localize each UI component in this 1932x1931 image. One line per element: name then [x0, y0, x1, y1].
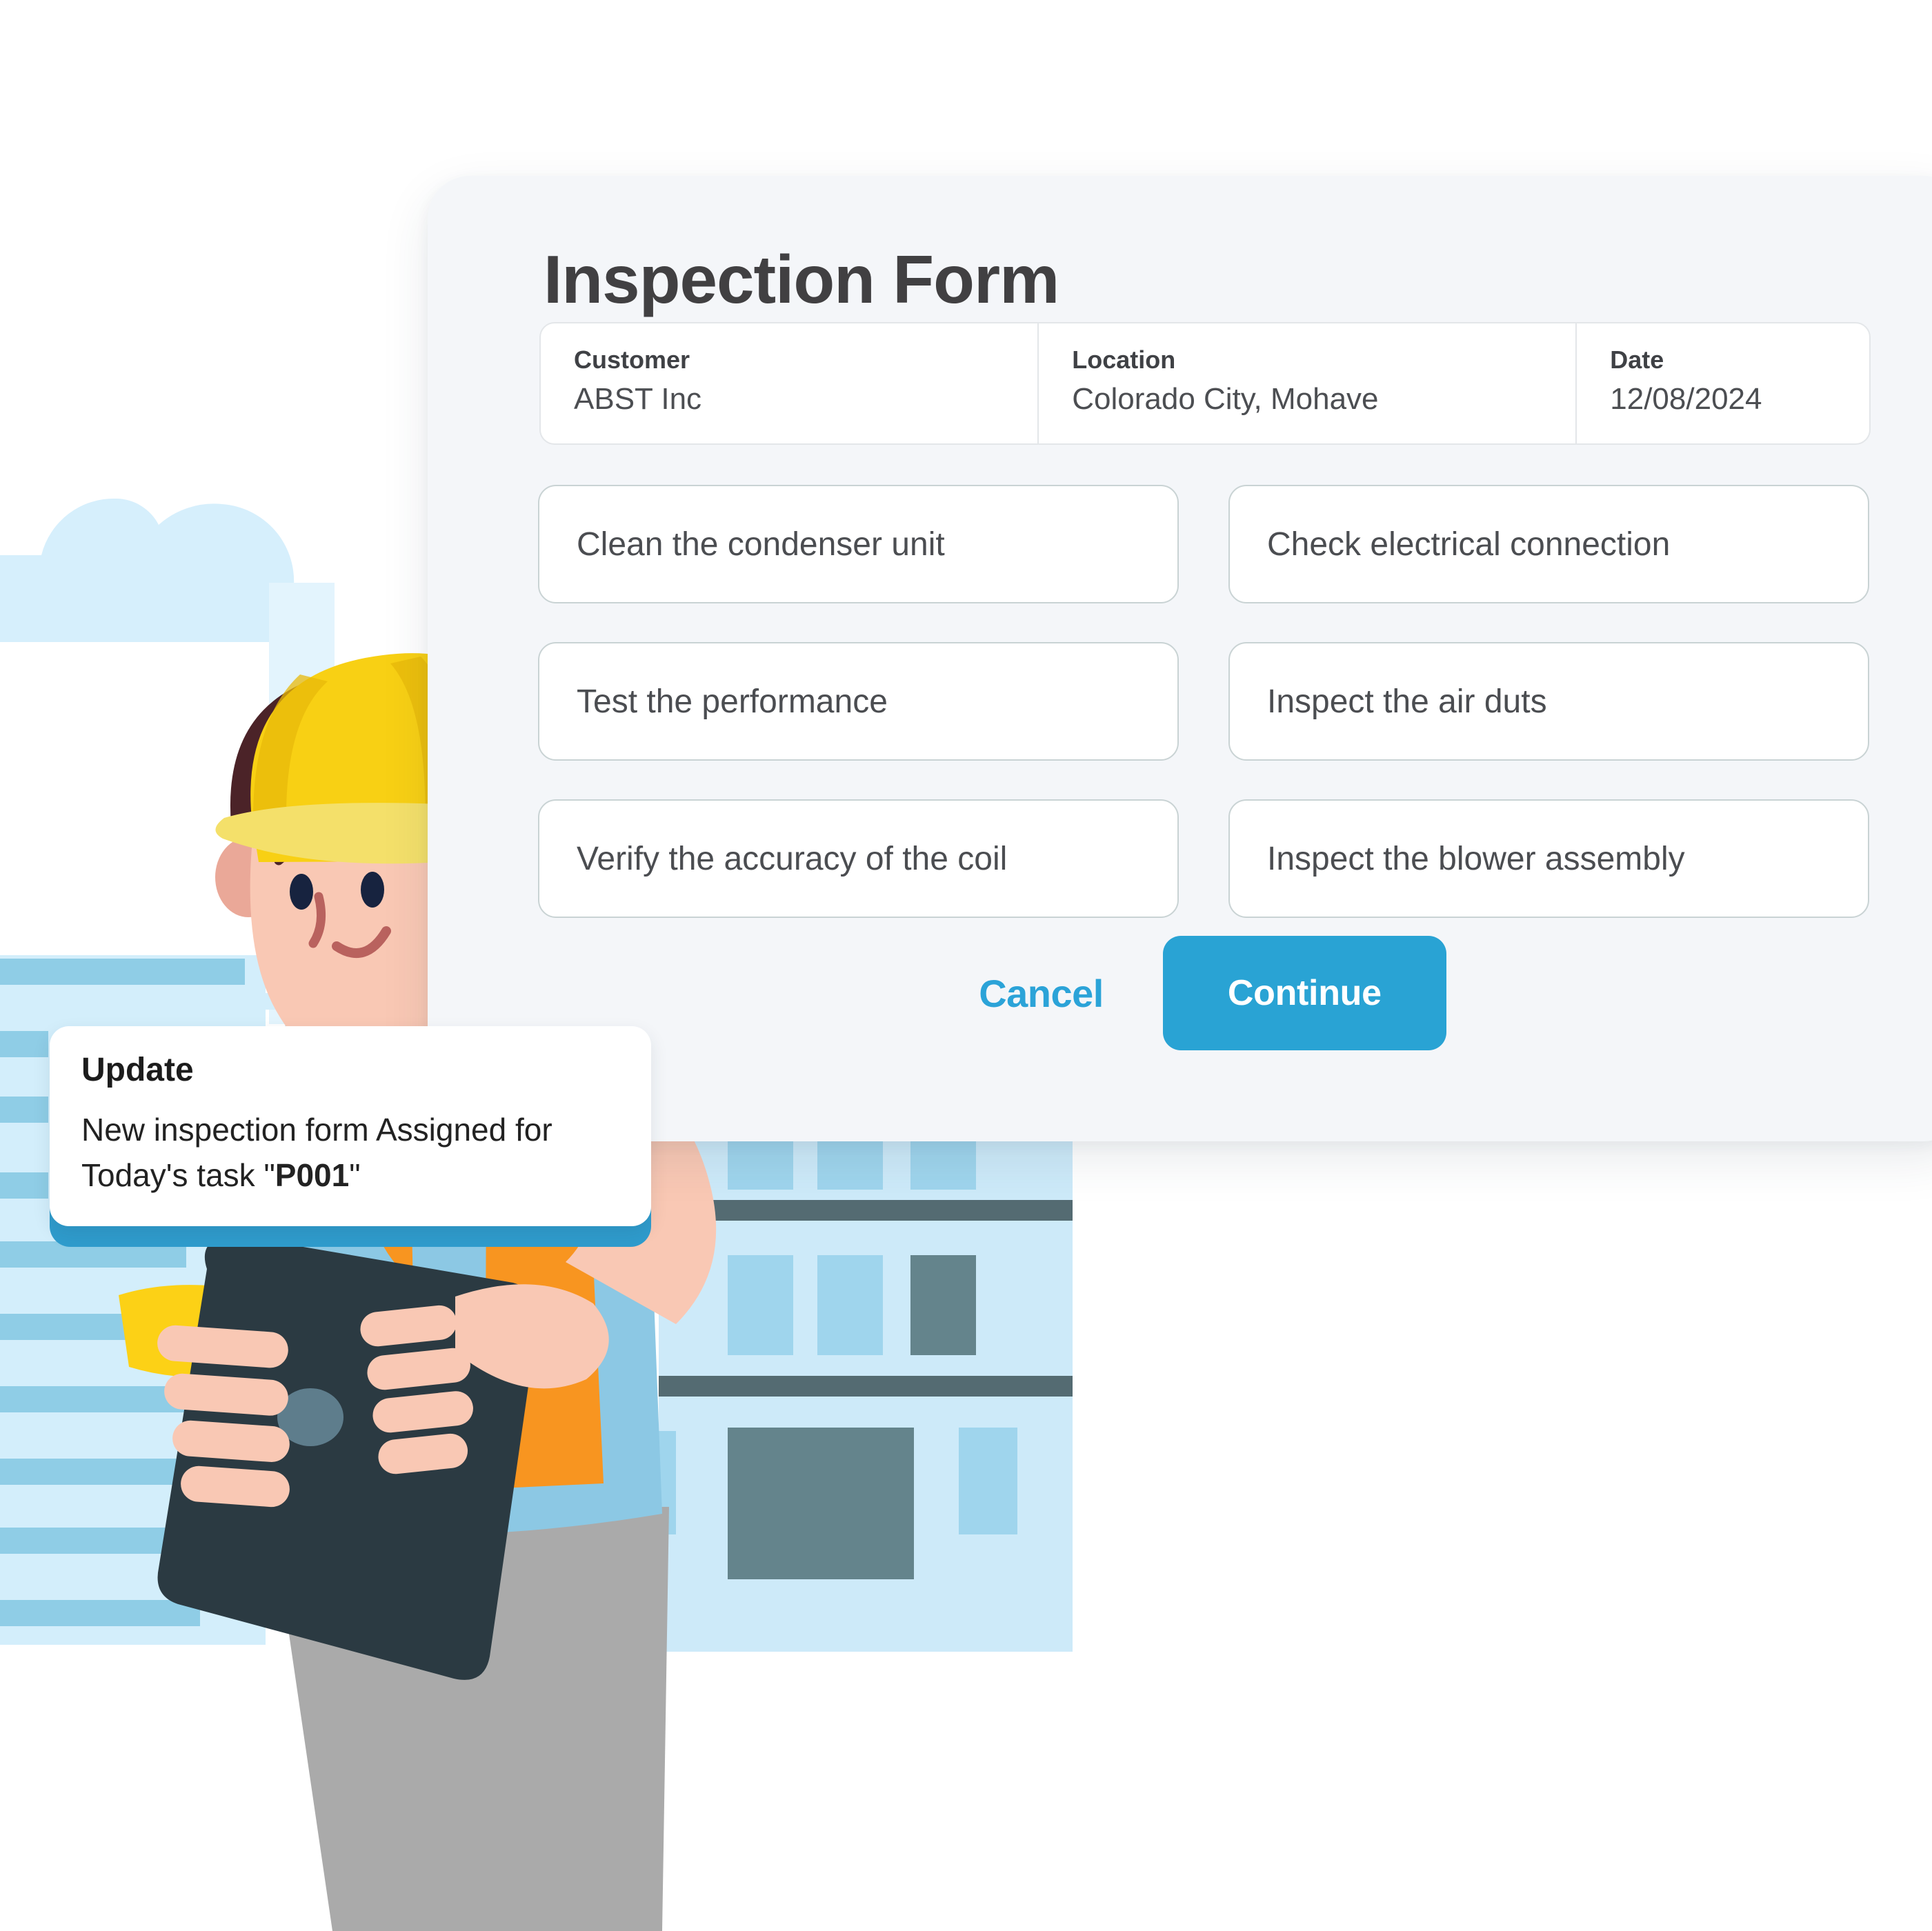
info-cell-location: Location Colorado City, Mohave — [1039, 323, 1577, 443]
checklist-item[interactable]: Clean the condenser unit — [538, 485, 1179, 603]
eye-right — [361, 872, 384, 908]
info-cell-customer: Customer ABST Inc — [541, 323, 1039, 443]
notification-task-id: P001 — [275, 1157, 350, 1194]
info-value-customer: ABST Inc — [574, 382, 702, 416]
notification-line-1: New inspection form Assigned — [81, 1111, 507, 1148]
checklist-item[interactable]: Test the performance — [538, 642, 1179, 761]
checklist-grid: Clean the condenser unit Check electrica… — [538, 485, 1869, 918]
page-title: Inspection Form — [544, 241, 1059, 317]
notification-line-2-suffix: " — [349, 1157, 361, 1194]
cancel-button[interactable]: Cancel — [961, 961, 1122, 1025]
checklist-item[interactable]: Verify the accuracy of the coil — [538, 799, 1179, 918]
notification-title: Update — [81, 1052, 194, 1088]
leg-right — [483, 1507, 669, 1931]
info-label-date: Date — [1610, 346, 1664, 374]
eye-left — [290, 874, 313, 910]
info-label-customer: Customer — [574, 346, 690, 374]
info-value-location: Colorado City, Mohave — [1072, 382, 1379, 416]
info-value-date: 12/08/2024 — [1610, 382, 1762, 416]
inspection-form-card: Inspection Form Customer ABST Inc Locati… — [428, 176, 1932, 1141]
form-actions: Cancel Continue — [538, 924, 1869, 1062]
notification-body: New inspection form Assigned for Today's… — [81, 1107, 619, 1199]
cloud-shape — [0, 498, 295, 642]
info-row: Customer ABST Inc Location Colorado City… — [539, 322, 1871, 445]
info-cell-date: Date 12/08/2024 — [1577, 323, 1869, 443]
info-label-location: Location — [1072, 346, 1176, 374]
checklist-item[interactable]: Check electrical connection — [1228, 485, 1869, 603]
checklist-item[interactable]: Inspect the blower assembly — [1228, 799, 1869, 918]
checklist-item[interactable]: Inspect the air duts — [1228, 642, 1869, 761]
continue-button[interactable]: Continue — [1162, 936, 1446, 1050]
screenshot-root: Inspection Form Customer ABST Inc Locati… — [0, 0, 1932, 1931]
notification-card[interactable]: Update New inspection form Assigned for … — [50, 1026, 651, 1226]
